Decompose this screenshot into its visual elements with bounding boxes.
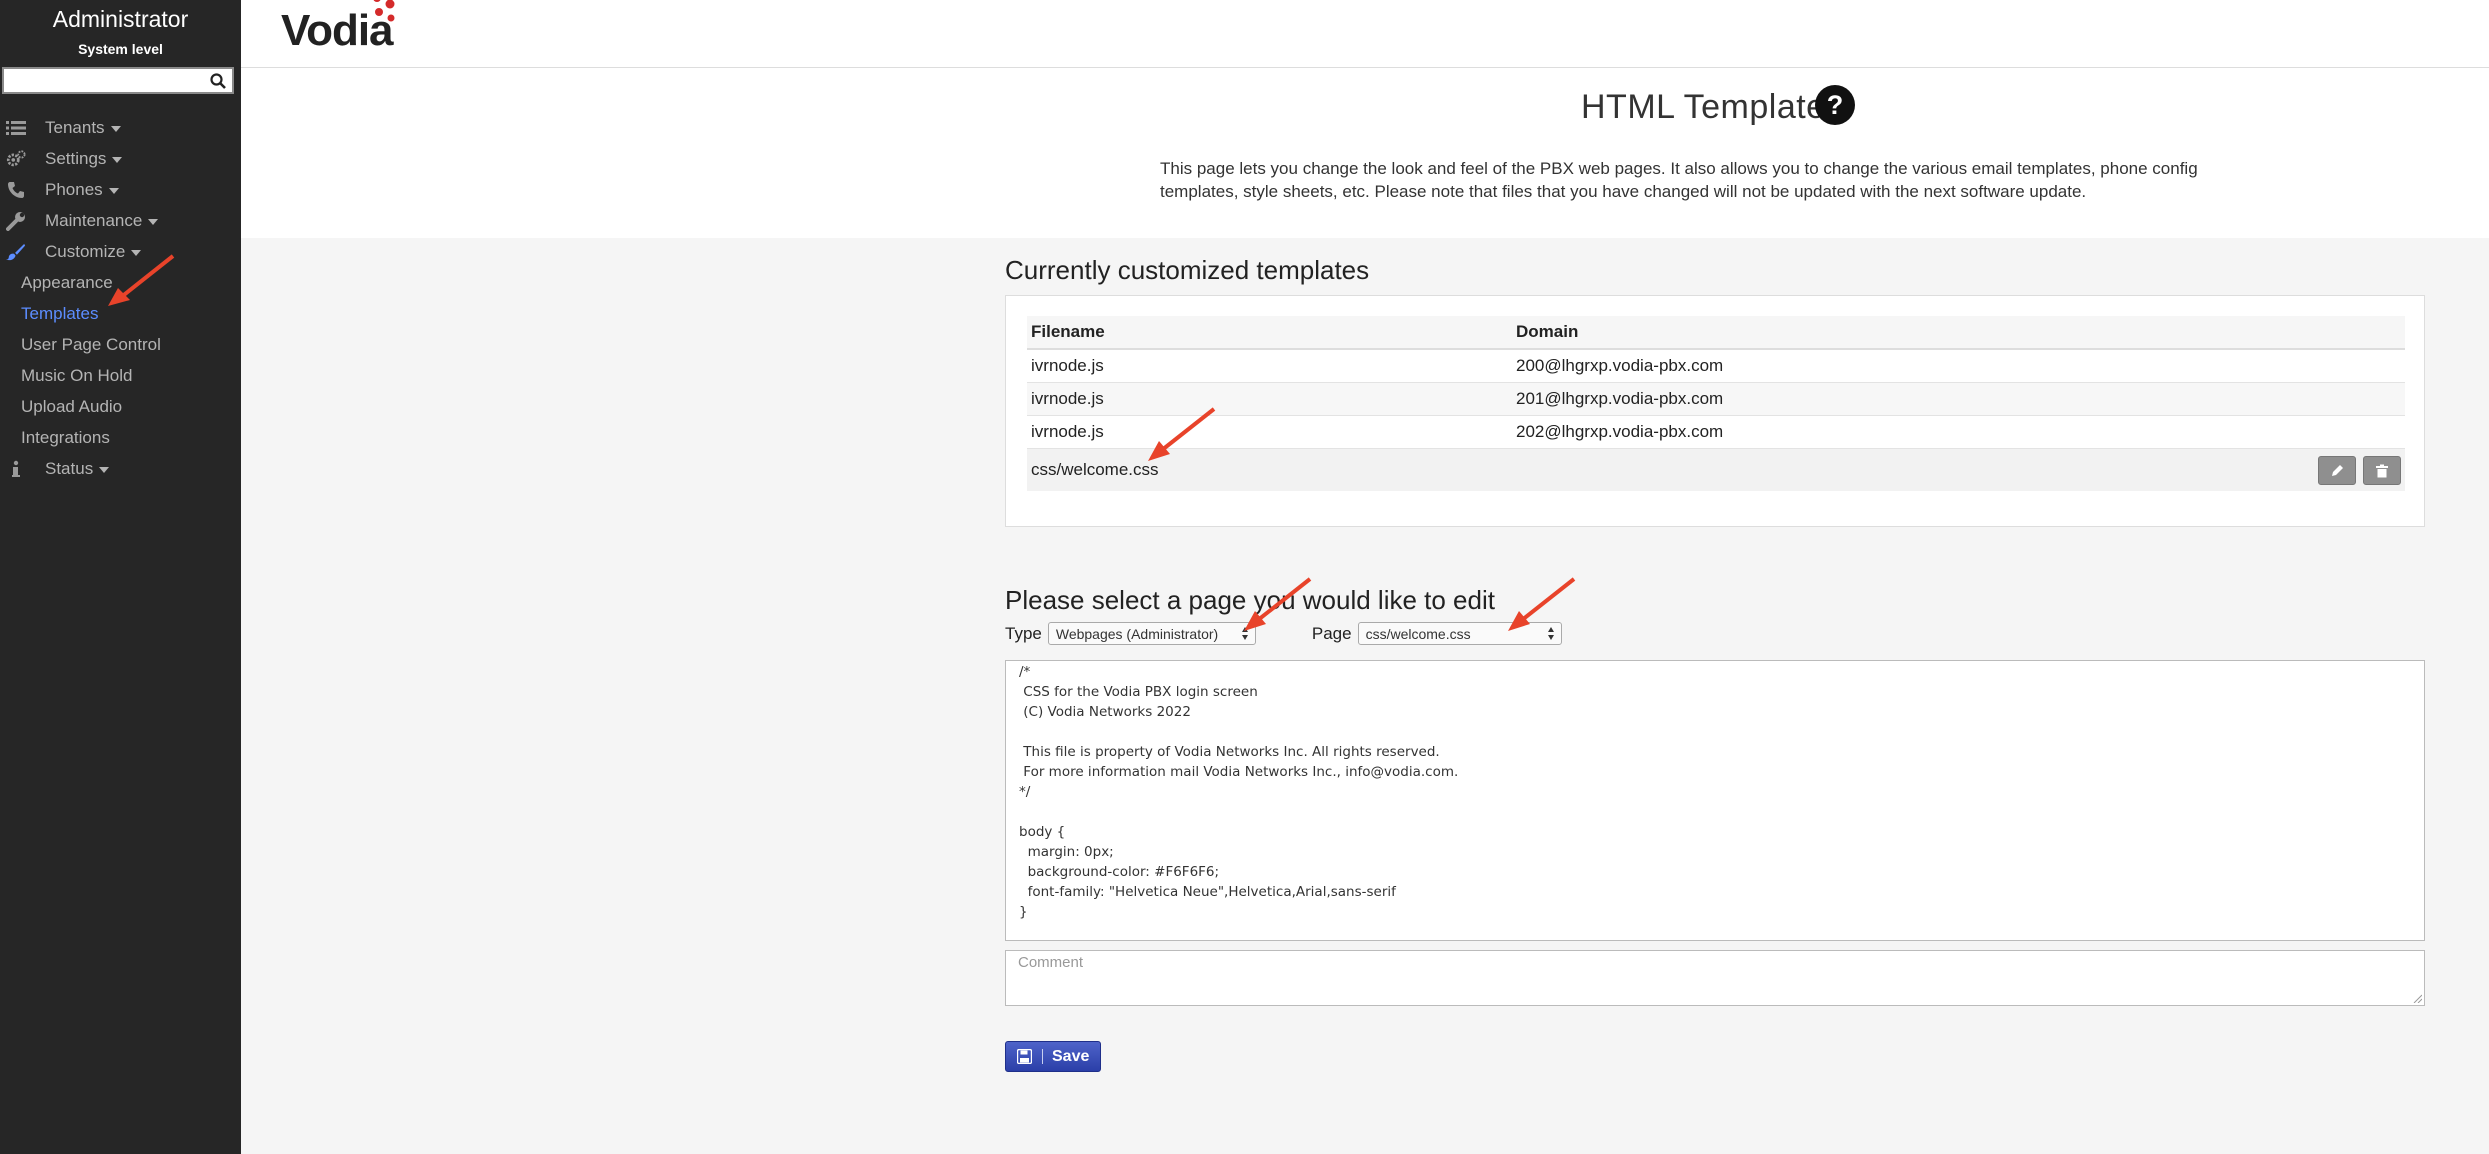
comment-field[interactable]: Comment — [1005, 950, 2425, 1006]
page-title: HTML Templates — [1581, 88, 1844, 126]
wrench-icon — [6, 211, 26, 231]
chevron-down-icon — [108, 188, 119, 194]
sidebar-item-phones[interactable]: Phones — [0, 176, 119, 204]
delete-button[interactable] — [2363, 455, 2401, 485]
search-icon[interactable] — [209, 72, 227, 90]
logo-dots-icon — [373, 0, 395, 22]
page-intro: This page lets you change the look and f… — [1160, 159, 2198, 201]
annotation-arrow-icon — [1148, 407, 1216, 461]
actions-cell — [2295, 448, 2405, 491]
help-icon[interactable]: ? — [1814, 84, 1856, 126]
sidebar-item-upload-audio[interactable]: Upload Audio — [21, 393, 122, 421]
chevron-down-icon — [99, 467, 110, 473]
annotation-arrow-icon — [108, 254, 175, 306]
sidebar-item-appearance[interactable]: Appearance — [21, 269, 113, 297]
page-label: Page — [1311, 623, 1352, 643]
pencil-icon — [2332, 464, 2343, 476]
button-separator — [1042, 1049, 1043, 1064]
sidebar-item-tenants[interactable]: Tenants — [0, 114, 121, 142]
save-button[interactable]: Save — [1005, 1041, 1101, 1072]
table-row[interactable]: ivrnode.js 202@lhgrxp.vodia-pbx.com — [1027, 415, 2405, 449]
column-header-domain[interactable]: Domain — [1512, 316, 2295, 350]
column-header-filename[interactable]: Filename — [1027, 316, 1512, 350]
actions-cell — [2295, 382, 2405, 416]
filename-cell: ivrnode.js — [1027, 415, 1512, 449]
sidebar-search — [2, 67, 234, 94]
edit-button[interactable] — [2318, 455, 2356, 485]
gears-icon — [6, 149, 26, 169]
chevron-down-icon — [112, 157, 123, 163]
table-row[interactable]: css/welcome.css — [1027, 448, 2405, 491]
sidebar-item-status[interactable]: Status — [0, 455, 110, 483]
type-label: Type — [1005, 623, 1042, 643]
sidebar-item-templates[interactable]: Templates — [21, 300, 98, 328]
sidebar-item-integrations[interactable]: Integrations — [21, 424, 110, 452]
table-row[interactable]: ivrnode.js 201@lhgrxp.vodia-pbx.com — [1027, 382, 2405, 416]
annotation-arrow-icon — [1244, 577, 1312, 631]
svg-text:?: ? — [1827, 90, 1844, 120]
brush-icon — [6, 242, 26, 262]
sidebar-item-label: Status — [45, 459, 94, 478]
domain-cell: 202@lhgrxp.vodia-pbx.com — [1512, 415, 2295, 449]
trash-icon — [2376, 464, 2388, 477]
table-row[interactable]: ivrnode.js 200@lhgrxp.vodia-pbx.com — [1027, 349, 2405, 383]
type-select-value: Webpages (Administrator) — [1055, 625, 1219, 642]
list-icon — [6, 118, 26, 138]
sidebar-item-label: Phones — [45, 180, 103, 199]
domain-cell: 200@lhgrxp.vodia-pbx.com — [1512, 349, 2295, 383]
chevron-down-icon — [148, 219, 159, 225]
sidebar-item-label: Tenants — [45, 118, 105, 137]
save-label: Save — [1052, 1047, 1090, 1065]
page-select-value: css/welcome.css — [1365, 625, 1471, 642]
chevron-down-icon — [110, 126, 121, 132]
column-header-actions — [2295, 316, 2405, 350]
filename-cell: css/welcome.css — [1027, 448, 1512, 491]
template-editor[interactable]: /* CSS for the Vodia PBX login screen (C… — [1005, 660, 2425, 941]
info-icon — [6, 459, 26, 479]
table-header-row: Filename Domain — [1027, 316, 2405, 350]
sidebar-item-settings[interactable]: Settings — [0, 145, 123, 173]
customized-heading: Currently customized templates — [1005, 255, 1370, 285]
sidebar-item-maintenance[interactable]: Maintenance — [0, 207, 159, 235]
domain-cell — [1512, 448, 2295, 491]
sidebar-item-label: Settings — [45, 149, 107, 168]
phone-icon — [6, 180, 26, 200]
filename-cell: ivrnode.js — [1027, 382, 1512, 416]
type-select[interactable]: Webpages (Administrator) — [1047, 622, 1256, 645]
sidebar-subtitle: System level — [78, 41, 163, 57]
sidebar-item-label: Maintenance — [45, 211, 143, 230]
sidebar: Administrator System level Tenants Setti… — [0, 0, 241, 1154]
customized-table: Filename Domain ivrnode.js 200@lhgrxp.vo… — [1027, 316, 2405, 491]
actions-cell — [2295, 349, 2405, 383]
comment-placeholder: Comment — [1018, 954, 1084, 971]
sidebar-title: Administrator — [52, 6, 189, 32]
domain-cell: 201@lhgrxp.vodia-pbx.com — [1512, 382, 2295, 416]
annotation-arrow-icon — [1508, 577, 1576, 631]
floppy-disk-icon — [1017, 1049, 1032, 1064]
search-input[interactable] — [4, 69, 212, 91]
top-bar: Vodia — [241, 0, 2489, 68]
actions-cell — [2295, 415, 2405, 449]
sidebar-item-user-page-control[interactable]: User Page Control — [21, 331, 161, 359]
filename-cell: ivrnode.js — [1027, 349, 1512, 383]
resize-handle-icon[interactable] — [2412, 993, 2422, 1003]
sidebar-item-music-on-hold[interactable]: Music On Hold — [21, 362, 132, 390]
page-header: HTML Templates ? This page lets you chan… — [241, 68, 2489, 238]
